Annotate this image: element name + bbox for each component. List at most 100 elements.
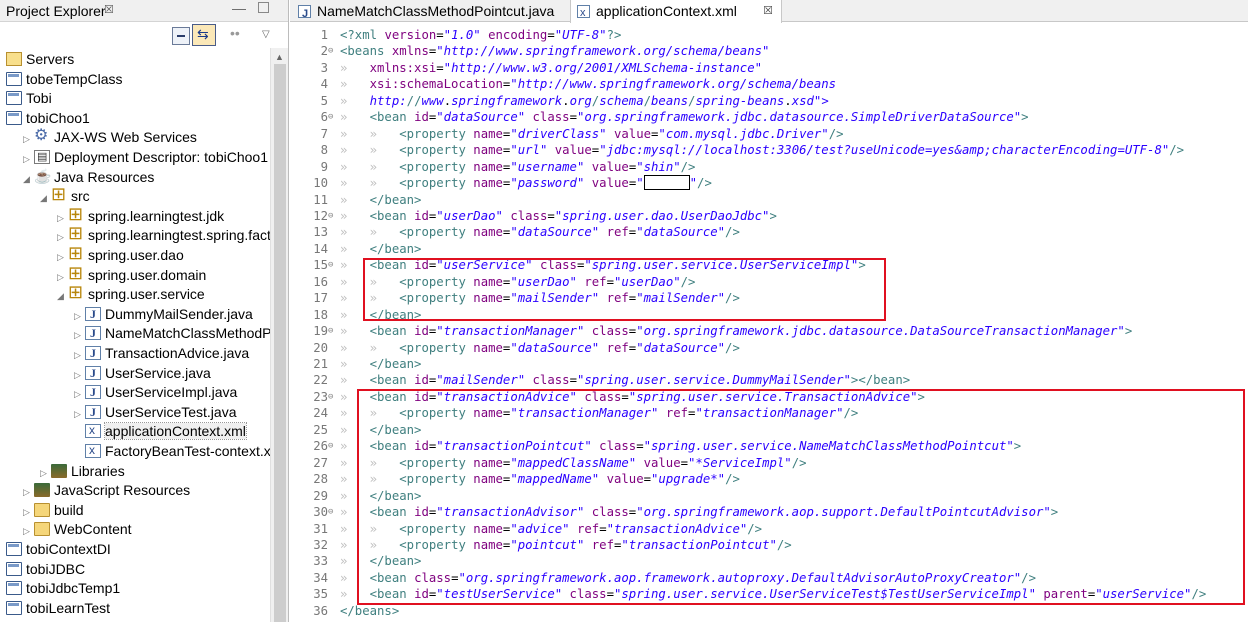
tree-item[interactable]: Tobi (6, 89, 52, 109)
code-line[interactable]: 35 » <bean id="testUserService" class="sp… (290, 586, 1248, 603)
close-icon[interactable]: ☒ (104, 3, 114, 16)
tree-item[interactable]: ▷ UserServiceTest.java (74, 403, 237, 423)
code-line[interactable]: 27 » » <property name="mappedClassName" v… (290, 455, 1248, 472)
code-line[interactable]: 7 » » <property name="driverClass" value=… (290, 126, 1248, 143)
expand-toggle-icon[interactable]: ▷ (57, 268, 68, 288)
tree-item[interactable]: ▷ WebContent (23, 520, 132, 540)
filter-icon[interactable]: •• (230, 25, 248, 43)
tree-item[interactable]: ▷ spring.learningtest.spring.facto (57, 224, 279, 248)
code-line[interactable]: 10 » » <property name="password" value=" "… (290, 175, 1248, 192)
code-line[interactable]: 33 » </bean> (290, 553, 1248, 570)
code-line[interactable]: 19 ⊖» <bean id="transactionManager" class… (290, 323, 1248, 340)
view-menu-icon[interactable]: ▽ (262, 29, 280, 47)
fold-toggle-icon[interactable]: ⊖ (328, 109, 338, 126)
code-line[interactable]: 8 » » <property name="url" value="jdbc:my… (290, 142, 1248, 159)
code-line[interactable]: 23 ⊖» <bean id="transactionAdvice" class=… (290, 389, 1248, 406)
fold-toggle-icon[interactable]: ⊖ (328, 389, 338, 406)
expand-toggle-icon[interactable]: ◢ (40, 189, 51, 209)
expand-toggle-icon[interactable]: ▷ (74, 346, 85, 366)
expand-toggle-icon[interactable]: ▷ (57, 228, 68, 248)
code-line[interactable]: 36 </beans> (290, 603, 1248, 620)
code-line[interactable]: 15 ⊖» <bean id="userService" class="sprin… (290, 257, 1248, 274)
fold-toggle-icon[interactable]: ⊖ (328, 257, 338, 274)
tree-item[interactable]: ▷ UserServiceImpl.java (74, 383, 237, 403)
code-line[interactable]: 20 » » <property name="dataSource" ref="d… (290, 340, 1248, 357)
expand-toggle-icon[interactable]: ▷ (74, 366, 85, 386)
tree-item[interactable]: ▷ JavaScript Resources (23, 481, 190, 501)
fold-toggle-icon[interactable]: ⊖ (328, 208, 338, 225)
code-line[interactable]: 6 ⊖» <bean id="dataSource" class="org.spr… (290, 109, 1248, 126)
close-icon[interactable]: ☒ (763, 0, 773, 22)
expand-toggle-icon[interactable]: ▷ (23, 503, 34, 523)
code-line[interactable]: 18 » </bean> (290, 307, 1248, 324)
tree-item[interactable]: ◢ spring.user.service (57, 283, 205, 307)
code-line[interactable]: 1 <?xml version="1.0" encoding="UTF-8"?> (290, 27, 1248, 44)
expand-toggle-icon[interactable]: ▷ (74, 405, 85, 425)
explorer-scrollbar[interactable]: ▲ (270, 48, 288, 622)
expand-toggle-icon[interactable]: ◢ (23, 170, 34, 190)
tree-item[interactable]: ▷ TransactionAdvice.java (74, 344, 249, 364)
scroll-up-icon[interactable]: ▲ (275, 52, 284, 62)
tree-item[interactable]: ▷ DummyMailSender.java (74, 305, 253, 325)
scrollbar-thumb[interactable] (274, 64, 286, 622)
code-line[interactable]: 14 » </bean> (290, 241, 1248, 258)
tree-item[interactable]: ▷ UserService.java (74, 364, 211, 384)
tree-item[interactable]: ▷ Deployment Descriptor: tobiChoo1 (23, 148, 268, 168)
tree-item[interactable]: Servers (6, 50, 74, 70)
link-with-editor-icon[interactable] (192, 24, 216, 46)
code-line[interactable]: 5 » http://www.springframework.org/schema… (290, 93, 1248, 110)
fold-toggle-icon[interactable]: ⊖ (328, 323, 338, 340)
maximize-icon[interactable] (258, 2, 269, 13)
code-line[interactable]: 17 » » <property name="mailSender" ref="m… (290, 290, 1248, 307)
code-line[interactable]: 21 » </bean> (290, 356, 1248, 373)
tab-namematchclassmethodpointcut[interactable]: NameMatchClassMethodPointcut.java (298, 0, 554, 25)
expand-toggle-icon[interactable]: ▷ (23, 130, 34, 150)
tree-item[interactable]: applicationContext.xml (74, 421, 247, 442)
code-line[interactable]: 12 ⊖» <bean id="userDao" class="spring.us… (290, 208, 1248, 225)
view-title[interactable]: Project Explorer (6, 3, 106, 19)
code-line[interactable]: 24 » » <property name="transactionManager… (290, 405, 1248, 422)
code-line[interactable]: 28 » » <property name="mappedName" value=… (290, 471, 1248, 488)
expand-toggle-icon[interactable]: ▷ (23, 522, 34, 542)
tree-item[interactable]: tobiJdbcTemp1 (6, 579, 120, 599)
tree-item[interactable]: ◢ Java Resources (23, 167, 154, 190)
code-line[interactable]: 11 » </bean> (290, 192, 1248, 209)
code-line[interactable]: 3 » xmlns:xsi="http://www.w3.org/2001/XML… (290, 60, 1248, 77)
tree-item[interactable]: ▷ JAX-WS Web Services (23, 126, 197, 150)
fold-toggle-icon[interactable]: ⊖ (328, 43, 338, 60)
code-line[interactable]: 32 » » <property name="pointcut" ref="tra… (290, 537, 1248, 554)
code-line[interactable]: 31 » » <property name="advice" ref="trans… (290, 521, 1248, 538)
code-line[interactable]: 16 » » <property name="userDao" ref="user… (290, 274, 1248, 291)
fold-toggle-icon[interactable]: ⊖ (328, 438, 338, 455)
tree-item[interactable]: FactoryBeanTest-context.xml (74, 441, 286, 462)
code-line[interactable]: 26 ⊖» <bean id="transactionPointcut" clas… (290, 438, 1248, 455)
code-line[interactable]: 13 » » <property name="dataSource" ref="d… (290, 224, 1248, 241)
expand-toggle-icon[interactable]: ▷ (23, 150, 34, 170)
expand-toggle-icon[interactable]: ▷ (40, 464, 51, 484)
tree-item[interactable]: tobiContextDI (6, 540, 111, 560)
minimize-icon[interactable]: — (232, 0, 246, 16)
code-line[interactable]: 25 » </bean> (290, 422, 1248, 439)
code-line[interactable]: 29 » </bean> (290, 488, 1248, 505)
expand-toggle-icon[interactable]: ▷ (74, 385, 85, 405)
code-line[interactable]: 4 » xsi:schemaLocation="http://www.spring… (290, 76, 1248, 93)
tree-item[interactable]: tobiChoo1 (6, 109, 90, 129)
code-line[interactable]: 34 » <bean class="org.springframework.aop… (290, 570, 1248, 587)
expand-toggle-icon[interactable]: ▷ (57, 209, 68, 229)
expand-toggle-icon[interactable]: ▷ (74, 326, 85, 346)
expand-toggle-icon[interactable]: ▷ (23, 483, 34, 503)
tree-item[interactable]: tobiJDBC (6, 560, 85, 580)
code-line[interactable]: 22 » <bean id="mailSender" class="spring.… (290, 372, 1248, 389)
expand-toggle-icon[interactable]: ▷ (57, 248, 68, 268)
collapse-all-icon[interactable] (172, 27, 190, 45)
expand-toggle-icon[interactable]: ◢ (57, 287, 68, 307)
tree-item[interactable]: ▷ Libraries (40, 462, 125, 482)
fold-toggle-icon[interactable]: ⊖ (328, 504, 338, 521)
code-line[interactable]: 9 » » <property name="username" value="sh… (290, 159, 1248, 176)
tree-item[interactable]: ▷ NameMatchClassMethodP (74, 324, 272, 344)
code-line[interactable]: 30 ⊖» <bean id="transactionAdvisor" class… (290, 504, 1248, 521)
tree-item[interactable]: tobiLearnTest (6, 599, 110, 619)
tree-item[interactable]: ▷ build (23, 501, 84, 521)
tree-item[interactable]: tobeTempClass (6, 70, 123, 90)
expand-toggle-icon[interactable]: ▷ (74, 307, 85, 327)
